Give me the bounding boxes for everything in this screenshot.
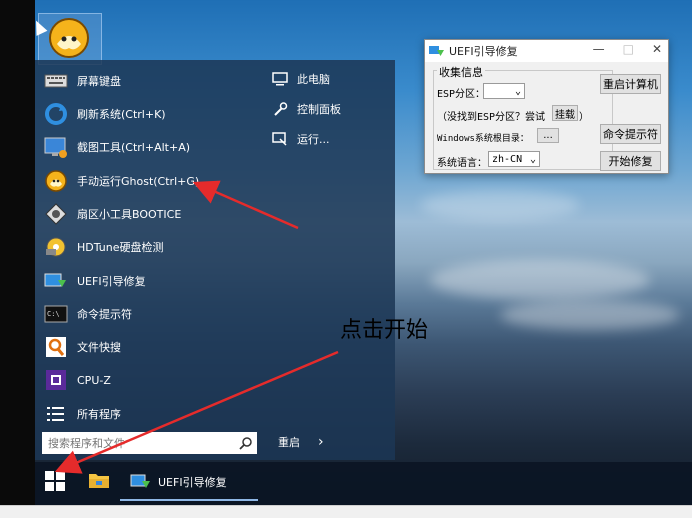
annotation-arrows: [54, 180, 339, 474]
arrow-to-ghost-item: [192, 180, 299, 230]
arrow-to-start-button: [54, 350, 339, 474]
